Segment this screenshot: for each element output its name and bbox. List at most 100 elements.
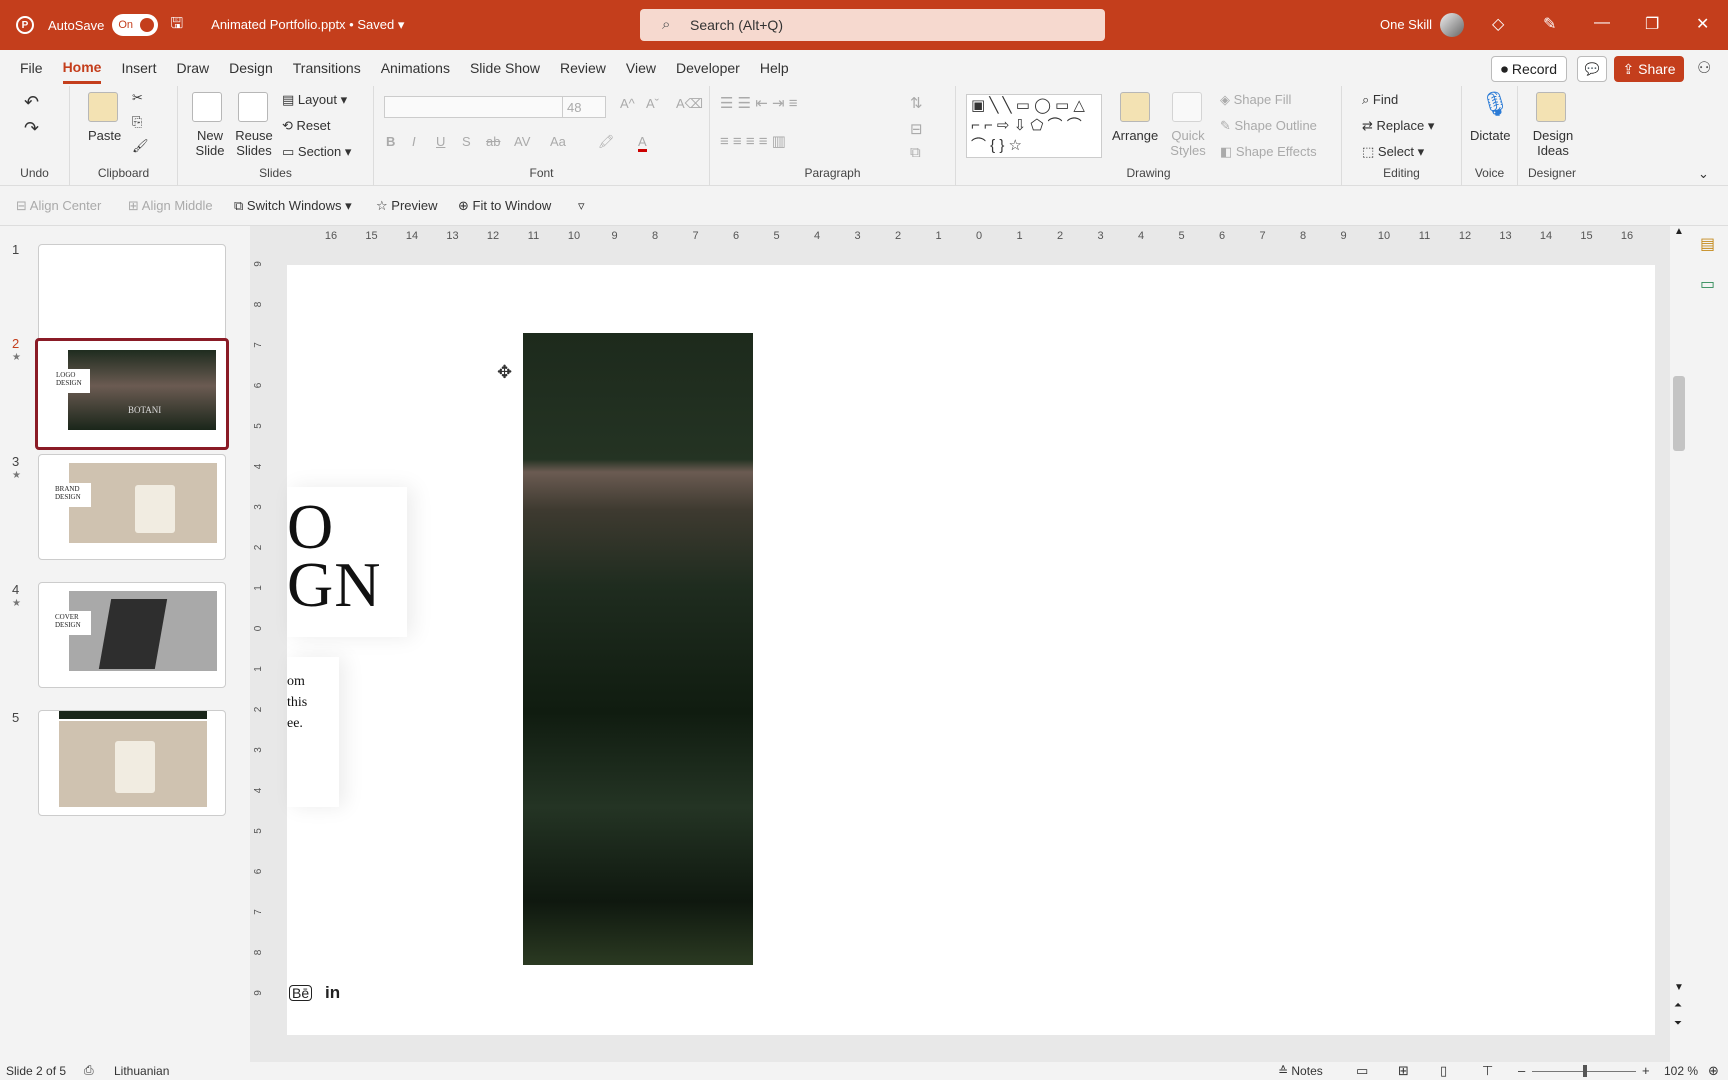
autosave-toggle[interactable]: On [112,14,159,36]
slide-body-text[interactable]: om this ee. [287,671,307,734]
close-icon[interactable]: ✕ [1696,14,1709,34]
reuse-slides-label[interactable]: Reuse Slides [234,128,274,158]
zoom-slider-knob[interactable] [1583,1065,1587,1077]
zoom-level[interactable]: 102 % [1664,1064,1698,1078]
previous-slide-icon[interactable]: ⏶ [1674,1000,1682,1011]
normal-view-icon[interactable]: ▭ [1356,1063,1368,1079]
reuse-slides-icon[interactable] [238,92,268,122]
tab-insert[interactable]: Insert [121,54,156,82]
fit-to-window-button[interactable]: ⊕ Fit to Window [458,198,551,214]
undo-icon[interactable]: ↶ [24,92,39,113]
leaf-photo[interactable] [523,333,753,965]
new-slide-label[interactable]: New Slide [192,128,228,158]
tab-animations[interactable]: Animations [381,54,450,82]
shape-outline-button[interactable]: ✎ Shape Outline [1220,118,1317,134]
designer-pane-icon[interactable]: ▤ [1700,234,1715,254]
find-button[interactable]: ⌕ Find [1362,92,1398,108]
align-middle-button[interactable]: ⊞ Align Middle [128,198,213,214]
layout-button[interactable]: ▤ Layout ▾ [282,92,347,108]
scroll-up-icon[interactable]: ▲ [1674,226,1684,237]
preview-button[interactable]: ☆ Preview [376,198,438,214]
avatar[interactable] [1440,13,1464,37]
decrease-font-icon[interactable]: Aˇ [646,96,659,111]
copy-icon[interactable]: ⎘ [132,114,142,130]
slide-thumbnail-3[interactable]: BRAND DESIGN [38,454,226,560]
microphone-icon[interactable]: 🎙 [1480,90,1510,119]
minimize-icon[interactable]: — [1594,14,1610,32]
tab-view[interactable]: View [626,54,656,82]
comments-button[interactable]: 💬 [1577,56,1607,82]
diamond-icon[interactable]: ◇ [1492,14,1504,34]
tab-file[interactable]: File [20,54,43,82]
case-icon[interactable]: Aa [550,134,566,149]
collapse-ribbon-icon[interactable]: ⌄ [1698,166,1709,182]
vertical-scrollbar[interactable]: ▲ ▼ ⏶ ⏷ [1670,226,1688,1036]
clear-format-icon[interactable]: A⌫ [676,96,703,112]
replace-button[interactable]: ⇄ Replace ▾ [1362,118,1434,134]
comments-pane-icon[interactable]: ▭ [1700,274,1715,294]
text-direction-icon[interactable]: ⇅ [910,94,923,112]
tab-design[interactable]: Design [229,54,273,82]
tab-developer[interactable]: Developer [676,54,740,82]
customize-qat-icon[interactable]: ▿ [578,198,585,214]
tab-slide-show[interactable]: Slide Show [470,54,540,82]
scroll-down-icon[interactable]: ▼ [1674,982,1684,993]
share-button[interactable]: ⇪ Share [1614,56,1684,82]
cut-icon[interactable]: ✂ [132,90,143,106]
switch-windows-button[interactable]: ⧉ Switch Windows ▾ [234,198,352,214]
design-ideas-label[interactable]: Design Ideas [1532,128,1574,158]
slide-thumbnail-1[interactable] [38,244,226,350]
slide-counter[interactable]: Slide 2 of 5 [6,1064,66,1078]
slideshow-view-icon[interactable]: ⊤ [1482,1063,1493,1079]
record-button[interactable]: ⏺ Record [1491,56,1567,82]
arrange-icon[interactable] [1120,92,1150,122]
smartart-icon[interactable]: ⧉ [910,144,921,161]
font-color-icon[interactable]: A [638,134,647,152]
dictate-label[interactable]: Dictate [1470,128,1510,143]
format-painter-icon[interactable]: 🖌 [132,138,149,154]
spacing-icon[interactable]: AV [514,134,530,149]
shapes-gallery[interactable]: ▣ ╲ ╲ ▭ ◯ ▭ △ ⌐ ⌐ ⇨ ⇩ ⬠ ⌒ ⌒ ⌒ { } ☆ [966,94,1102,158]
bullets-icon[interactable]: ☰ ☰ ⇤ ⇥ ≡ [720,94,797,112]
fit-slide-icon[interactable]: ⊕ [1708,1063,1719,1079]
user-name[interactable]: One Skill [1380,17,1432,32]
strikethrough-icon[interactable]: ab [486,134,500,149]
notes-button[interactable]: ≙ Notes [1278,1064,1323,1078]
tab-draw[interactable]: Draw [176,54,209,82]
font-name-select[interactable] [384,96,564,118]
linkedin-icon[interactable]: in [325,983,340,1003]
align-icons[interactable]: ≡ ≡ ≡ ≡ ▥ [720,132,786,150]
slide-thumbnail-4[interactable]: COVER DESIGN [38,582,226,688]
save-icon[interactable]: 🖫 [170,13,183,38]
slide-thumbnail-5[interactable] [38,710,226,816]
language-indicator[interactable]: Lithuanian [114,1064,169,1078]
underline-icon[interactable]: U [436,134,445,149]
italic-icon[interactable]: I [412,134,416,149]
quick-styles-icon[interactable] [1172,92,1202,122]
reading-view-icon[interactable]: ▯ [1440,1063,1447,1079]
tab-help[interactable]: Help [760,54,789,82]
shadow-icon[interactable]: S [462,134,471,149]
file-name[interactable]: Animated Portfolio.pptx • Saved ▾ [211,17,404,33]
coauthor-icon[interactable]: ⚇ [1697,58,1711,78]
slide-canvas[interactable]: Bē in [287,265,1655,1035]
restore-icon[interactable]: ❐ [1645,14,1659,34]
arrange-label[interactable]: Arrange [1112,128,1158,143]
shape-effects-button[interactable]: ◧ Shape Effects [1220,144,1317,160]
spellcheck-icon[interactable]: ⎙ [84,1063,94,1078]
next-slide-icon[interactable]: ⏷ [1674,1018,1682,1029]
zoom-out-icon[interactable]: – [1518,1063,1525,1078]
font-size-select[interactable]: 48 [562,96,606,118]
select-button[interactable]: ⬚ Select ▾ [1362,144,1424,160]
paste-icon[interactable] [88,92,118,122]
slide-heading[interactable]: O GN [287,495,381,617]
new-slide-icon[interactable] [192,92,222,122]
scroll-thumb[interactable] [1673,376,1685,451]
design-ideas-icon[interactable] [1536,92,1566,122]
increase-font-icon[interactable]: A^ [620,96,635,111]
tab-home[interactable]: Home [62,53,102,84]
section-button[interactable]: ▭ Section ▾ [282,144,351,160]
slide-thumbnail-2[interactable]: LOGO DESIGN BOTANI [35,338,229,450]
reset-button[interactable]: ⟲ Reset [282,118,330,134]
tab-review[interactable]: Review [560,54,606,82]
